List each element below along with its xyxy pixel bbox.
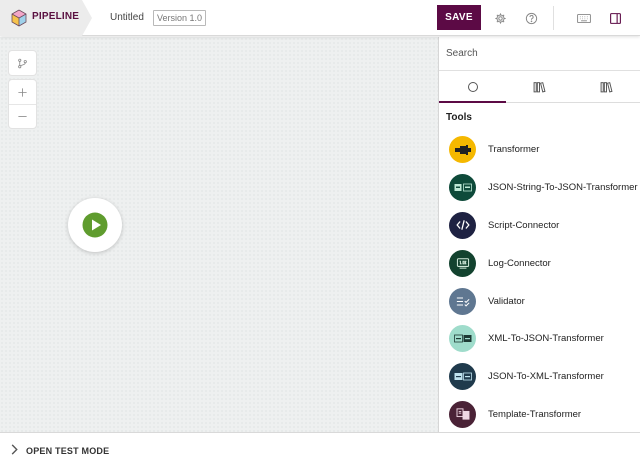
panel-toggle-icon[interactable] bbox=[605, 8, 625, 28]
play-icon bbox=[82, 212, 108, 238]
transformer-icon bbox=[449, 136, 476, 164]
tool-label: XML-To-JSON-Transformer bbox=[488, 333, 604, 345]
pipeline-canvas[interactable] bbox=[0, 37, 438, 432]
tool-label: Validator bbox=[488, 295, 525, 307]
brand-name: PIPELINE bbox=[32, 11, 80, 22]
tool-label: Transformer bbox=[488, 144, 540, 156]
tool-json-to-xml[interactable]: JSON-To-XML-Transformer bbox=[439, 358, 640, 396]
json-icon bbox=[449, 174, 476, 202]
tool-label: Template-Transformer bbox=[488, 408, 582, 420]
start-node[interactable] bbox=[68, 198, 122, 252]
save-button[interactable]: SAVE bbox=[437, 5, 481, 30]
tool-xml-to-json[interactable]: XML-To-JSON-Transformer bbox=[439, 320, 640, 358]
tool-list: Transformer JSON-String-To-JSON-Transfor… bbox=[439, 131, 640, 433]
tool-validator[interactable]: Validator bbox=[439, 282, 640, 320]
tools-panel: Tools Transformer JSON-String-To-JSON-Tr… bbox=[438, 37, 640, 432]
tab-library-2[interactable] bbox=[573, 72, 640, 102]
test-mode-bar[interactable]: OPEN TEST MODE bbox=[0, 432, 640, 466]
library-icon bbox=[600, 82, 613, 93]
zoom-in-icon[interactable] bbox=[9, 80, 36, 104]
cube-logo-icon bbox=[11, 9, 27, 27]
zoom-controls bbox=[9, 80, 36, 128]
open-test-mode-label: OPEN TEST MODE bbox=[26, 446, 110, 456]
tool-label: Log-Connector bbox=[488, 257, 551, 269]
help-icon[interactable] bbox=[521, 8, 541, 28]
xml-json-icon bbox=[449, 325, 476, 353]
keyboard-icon[interactable] bbox=[574, 8, 594, 28]
branch-icon[interactable] bbox=[9, 51, 36, 75]
header-divider bbox=[553, 6, 554, 30]
tab-library-1[interactable] bbox=[506, 72, 573, 102]
checklist-icon bbox=[449, 287, 476, 315]
tool-script-connector[interactable]: Script-Connector bbox=[439, 207, 640, 245]
tool-label: JSON-To-XML-Transformer bbox=[488, 371, 604, 383]
tool-template-transformer[interactable]: Template-Transformer bbox=[439, 396, 640, 434]
tool-log-connector[interactable]: Log-Connector bbox=[439, 244, 640, 282]
panel-tabs bbox=[439, 72, 640, 103]
template-icon bbox=[449, 400, 476, 428]
top-bar: PIPELINE Untitled Version 1.0 SAVE bbox=[0, 0, 640, 36]
brand[interactable]: PIPELINE bbox=[0, 0, 92, 36]
code-icon bbox=[449, 211, 476, 239]
gear-icon[interactable] bbox=[490, 8, 510, 28]
circle-icon bbox=[467, 82, 478, 92]
version-badge: Version 1.0 bbox=[153, 10, 207, 26]
log-icon bbox=[449, 249, 476, 277]
section-title-tools: Tools bbox=[446, 112, 472, 123]
tool-transformer[interactable]: Transformer bbox=[439, 131, 640, 169]
search-input[interactable] bbox=[439, 37, 640, 71]
tab-tools[interactable] bbox=[439, 72, 506, 103]
chevron-right-icon bbox=[11, 444, 18, 455]
tool-label: JSON-String-To-JSON-Transformer bbox=[488, 182, 638, 194]
json-xml-icon bbox=[449, 363, 476, 391]
library-icon bbox=[533, 82, 546, 93]
layout-control bbox=[9, 51, 36, 75]
zoom-out-icon[interactable] bbox=[9, 104, 36, 128]
document-title[interactable]: Untitled bbox=[110, 12, 144, 23]
tool-label: Script-Connector bbox=[488, 219, 560, 231]
tool-json-string-to-json[interactable]: JSON-String-To-JSON-Transformer bbox=[439, 169, 640, 207]
